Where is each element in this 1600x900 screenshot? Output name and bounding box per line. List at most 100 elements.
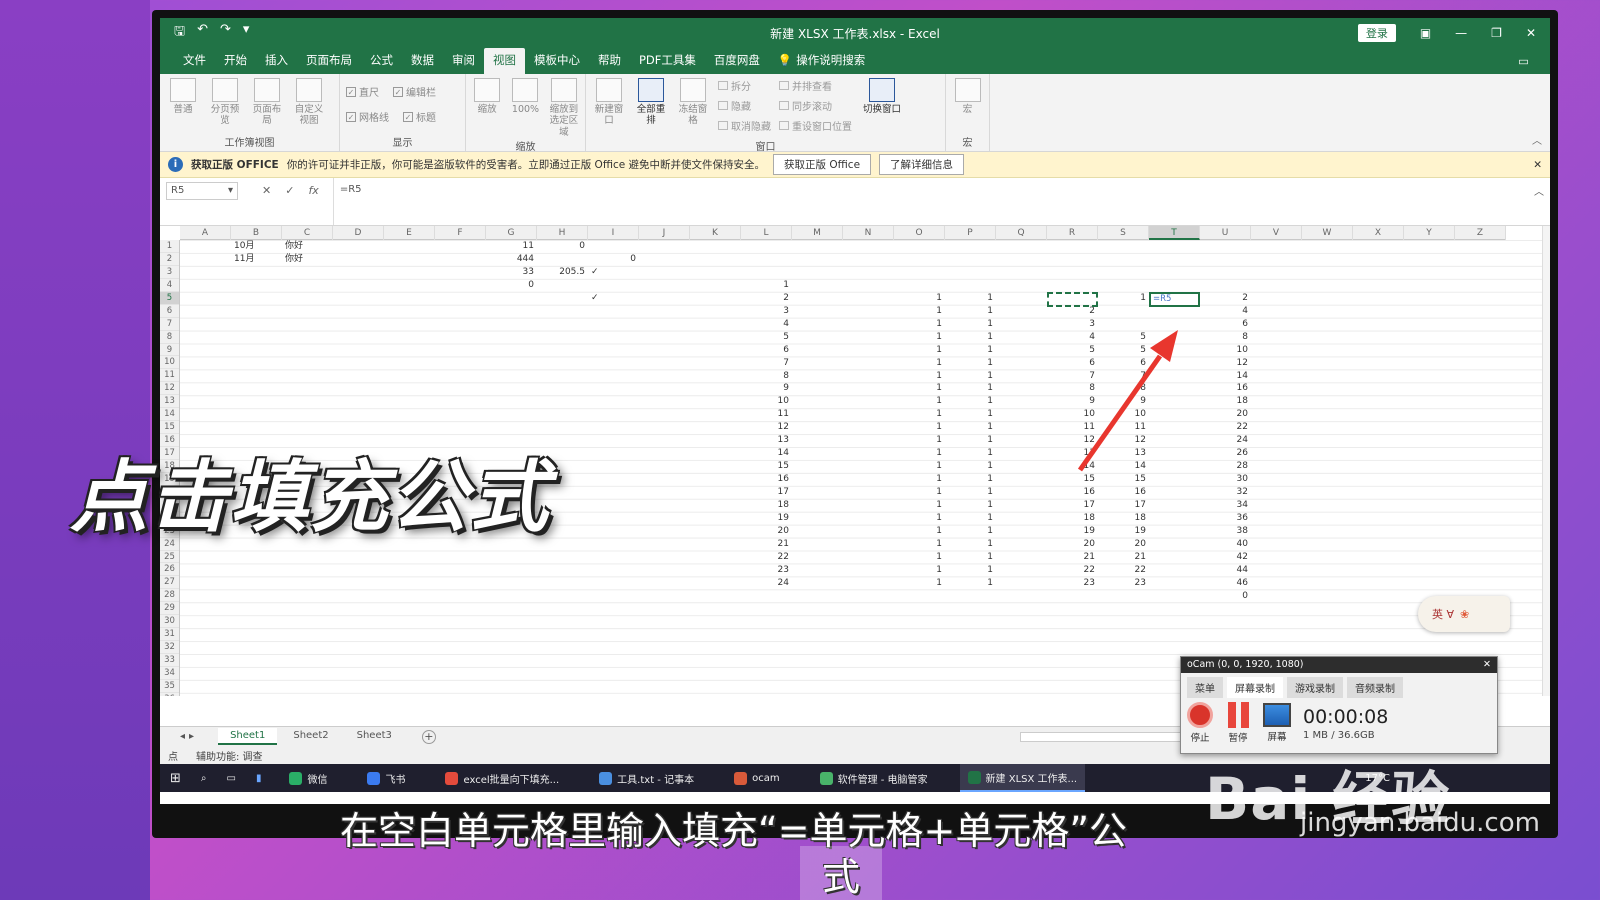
cell-O9[interactable]: 1 (894, 344, 945, 357)
collapse-ribbon-icon[interactable]: ︿ (1532, 132, 1542, 147)
cell-S22[interactable]: 18 (1098, 512, 1149, 525)
cell-L17[interactable]: 14 (741, 447, 792, 460)
cell-P8[interactable]: 1 (945, 331, 996, 344)
cell-U23[interactable]: 38 (1200, 525, 1251, 538)
cell-L6[interactable]: 3 (741, 305, 792, 318)
sheet-tab[interactable]: Sheet3 (345, 728, 404, 745)
ribbon-button[interactable]: 新建窗口 (592, 78, 626, 127)
cell-L5[interactable]: 2 (741, 292, 792, 305)
cell-P10[interactable]: 1 (945, 357, 996, 370)
cell-U26[interactable]: 44 (1200, 564, 1251, 577)
cell-U16[interactable]: 24 (1200, 434, 1251, 447)
redo-icon[interactable]: ↷ (220, 22, 231, 44)
cell-G2[interactable]: 444 (486, 253, 537, 266)
cell-O13[interactable]: 1 (894, 395, 945, 408)
cell-O12[interactable]: 1 (894, 382, 945, 395)
cell-L9[interactable]: 6 (741, 344, 792, 357)
column-header-I[interactable]: I (588, 226, 639, 240)
row-header[interactable]: 28 (160, 589, 179, 603)
cell-P11[interactable]: 1 (945, 370, 996, 383)
ribbon-button[interactable]: 全部重排 (634, 78, 668, 127)
cell-O6[interactable]: 1 (894, 305, 945, 318)
cell-G1[interactable]: 11 (486, 240, 537, 253)
cell-P22[interactable]: 1 (945, 512, 996, 525)
cell-O21[interactable]: 1 (894, 499, 945, 512)
cell-R15[interactable]: 11 (1047, 421, 1098, 434)
undo-icon[interactable]: ↶ (197, 22, 208, 44)
taskbar-app[interactable]: 工具.txt - 记事本 (591, 764, 702, 792)
cell-S27[interactable]: 23 (1098, 577, 1149, 590)
row-header[interactable]: 10 (160, 356, 179, 370)
cell-O26[interactable]: 1 (894, 564, 945, 577)
cell-U15[interactable]: 22 (1200, 421, 1251, 434)
column-header-N[interactable]: N (843, 226, 894, 240)
row-header[interactable]: 29 (160, 602, 179, 616)
row-header[interactable]: 4 (160, 279, 179, 292)
ribbon-button[interactable]: 冻结窗格 (676, 78, 710, 127)
floating-ime-widget[interactable]: 英 ∀ ❀ (1418, 596, 1510, 632)
cell-G3[interactable]: 33 (486, 266, 537, 279)
cell-U17[interactable]: 26 (1200, 447, 1251, 460)
row-header[interactable]: 13 (160, 395, 179, 409)
close-infobar-icon[interactable]: ✕ (1533, 159, 1550, 171)
cell-S21[interactable]: 17 (1098, 499, 1149, 512)
cell-O15[interactable]: 1 (894, 421, 945, 434)
ocam-tab[interactable]: 游戏录制 (1287, 677, 1343, 698)
cell-U10[interactable]: 12 (1200, 357, 1251, 370)
ocam-tab[interactable]: 菜单 (1187, 677, 1223, 698)
tab-5[interactable]: 数据 (402, 48, 443, 74)
cell-O10[interactable]: 1 (894, 357, 945, 370)
enter-icon[interactable]: ✓ (285, 184, 294, 225)
cell-U18[interactable]: 28 (1200, 460, 1251, 473)
row-header[interactable]: 5 (160, 291, 179, 305)
cell-U6[interactable]: 4 (1200, 305, 1251, 318)
cell-P25[interactable]: 1 (945, 551, 996, 564)
cell-O16[interactable]: 1 (894, 434, 945, 447)
sheet-tab[interactable]: Sheet1 (218, 728, 278, 745)
formula-input[interactable]: =R5 (332, 178, 1528, 225)
cell-U19[interactable]: 30 (1200, 473, 1251, 486)
cell-L14[interactable]: 11 (741, 408, 792, 421)
cell-P9[interactable]: 1 (945, 344, 996, 357)
cell-U11[interactable]: 14 (1200, 370, 1251, 383)
ribbon-button[interactable]: 普通 (166, 78, 200, 115)
show-checkbox[interactable]: ✓ 网格线 (346, 109, 389, 124)
cell-P13[interactable]: 1 (945, 395, 996, 408)
cell-L18[interactable]: 15 (741, 460, 792, 473)
cell-R17[interactable]: 13 (1047, 447, 1098, 460)
cell-U22[interactable]: 36 (1200, 512, 1251, 525)
taskbar-app[interactable]: 软件管理 - 电脑管家 (812, 764, 936, 792)
cell-P24[interactable]: 1 (945, 538, 996, 551)
cell-R18[interactable]: 14 (1047, 460, 1098, 473)
ribbon-button[interactable]: 100% (510, 78, 540, 115)
cell-U24[interactable]: 40 (1200, 538, 1251, 551)
cell-B1[interactable]: 10月 (231, 240, 282, 253)
cell-P14[interactable]: 1 (945, 408, 996, 421)
login-button[interactable]: 登录 (1357, 24, 1396, 42)
cell-R10[interactable]: 6 (1047, 357, 1098, 370)
cell-P20[interactable]: 1 (945, 486, 996, 499)
prev-sheet-icon[interactable]: ◂ (180, 731, 185, 742)
cell-L12[interactable]: 9 (741, 382, 792, 395)
cell-S17[interactable]: 13 (1098, 447, 1149, 460)
name-box[interactable]: R5 ▾ (166, 182, 238, 200)
tell-me-search[interactable]: 💡 操作说明搜索 (769, 48, 874, 74)
column-header-Z[interactable]: Z (1455, 226, 1506, 240)
cell-U14[interactable]: 20 (1200, 408, 1251, 421)
tab-0[interactable]: 文件 (174, 48, 215, 74)
taskbar-app[interactable]: 飞书 (359, 764, 413, 792)
cell-S18[interactable]: 14 (1098, 460, 1149, 473)
insert-function-icon[interactable]: fx (308, 184, 318, 225)
restore-icon[interactable]: ❐ (1491, 26, 1502, 40)
tab-7[interactable]: 视图 (484, 48, 525, 74)
column-header-X[interactable]: X (1353, 226, 1404, 240)
taskbar-app[interactable]: ocam (726, 764, 788, 792)
cell-G4[interactable]: 0 (486, 279, 537, 292)
cell-S9[interactable]: 5 (1098, 344, 1149, 357)
window-small-button[interactable]: 重设窗口位置 (779, 118, 852, 133)
column-header-C[interactable]: C (282, 226, 333, 240)
ribbon-button[interactable]: 分页预览 (208, 78, 242, 127)
cell-S16[interactable]: 12 (1098, 434, 1149, 447)
column-header-O[interactable]: O (894, 226, 945, 240)
column-header-P[interactable]: P (945, 226, 996, 240)
